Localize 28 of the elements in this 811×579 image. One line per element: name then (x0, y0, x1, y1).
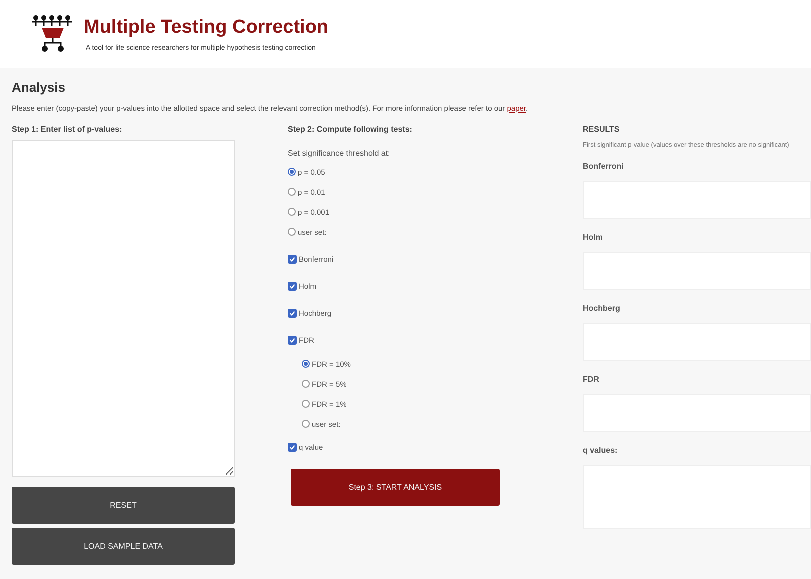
checkbox[interactable] (288, 255, 297, 264)
checkbox[interactable] (288, 309, 297, 318)
radio-button[interactable] (288, 208, 296, 216)
threshold-label: Set significance threshold at: (288, 148, 392, 160)
section-heading: Analysis (12, 80, 66, 95)
start-analysis-button[interactable]: Step 3: START ANALYSIS (291, 469, 500, 506)
radio-button[interactable] (288, 188, 296, 196)
checkbox[interactable] (288, 282, 297, 291)
reset-button[interactable]: RESET (12, 487, 235, 524)
result-label: q values: (583, 446, 619, 455)
result-label: Bonferroni (583, 162, 625, 171)
result-label: Holm (583, 233, 604, 242)
results-heading: RESULTS (583, 125, 621, 134)
checkbox[interactable] (288, 336, 297, 345)
radio-button[interactable] (302, 420, 310, 428)
radio-button[interactable] (302, 400, 310, 408)
app-title: Multiple Testing Correction (84, 16, 329, 38)
step-heading: Step 2: Compute following tests: (288, 125, 414, 134)
result-label: Hochberg (583, 304, 622, 313)
checkbox[interactable] (288, 443, 297, 452)
load-sample-button[interactable]: LOAD SAMPLE DATA (12, 528, 235, 565)
radio-button[interactable] (302, 360, 310, 368)
result-label: FDR (583, 375, 600, 384)
radio-button[interactable] (302, 380, 310, 388)
radio-button[interactable] (288, 228, 296, 236)
radio-button[interactable] (288, 168, 296, 176)
p-values-input[interactable] (12, 140, 235, 477)
step-heading: Step 1: Enter list of p-values: (12, 125, 124, 134)
